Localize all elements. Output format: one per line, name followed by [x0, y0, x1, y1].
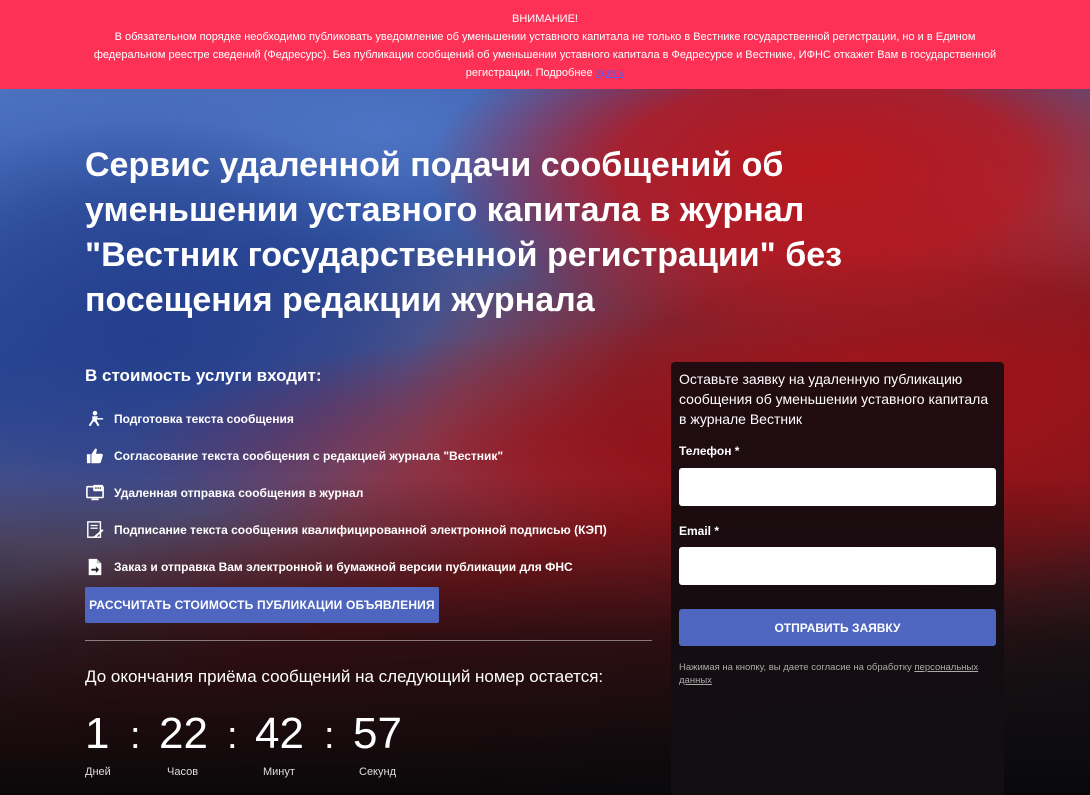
minutes-label: Минут: [263, 766, 295, 778]
feature-item: Удаленная отправка сообщения в журнал: [85, 474, 665, 511]
countdown-separator: :: [227, 715, 238, 757]
alert-title: ВНИМАНИЕ!: [512, 13, 578, 25]
included-title: В стоимость услуги входит:: [85, 366, 322, 385]
signature-icon: [85, 520, 105, 540]
feature-list: Подготовка текста сообщения Согласование…: [85, 400, 665, 585]
thumbs-up-icon: [85, 446, 105, 466]
countdown-caption: До окончания приёма сообщений на следующ…: [85, 667, 604, 686]
countdown-separator: :: [324, 715, 335, 757]
countdown-minutes: 42: [255, 709, 304, 758]
feature-label: Удаленная отправка сообщения в журнал: [114, 485, 364, 500]
phone-label: Телефон *: [679, 444, 740, 458]
feature-label: Заказ и отправка Вам электронной и бумаж…: [114, 559, 573, 574]
email-label: Email *: [679, 524, 720, 538]
countdown-separator: :: [130, 715, 141, 757]
phone-input[interactable]: [679, 468, 996, 506]
feature-label: Подписание текста сообщения квалифициров…: [114, 522, 607, 537]
alert-banner: ВНИМАНИЕ! В обязательном порядке необход…: [0, 0, 1090, 89]
typist-icon: [85, 409, 105, 429]
page-title: Сервис удаленной подачи сообщений об уме…: [85, 146, 843, 319]
feature-item: Согласование текста сообщения с редакцие…: [85, 437, 665, 474]
form-title: Оставьте заявку на удаленную публикацию …: [679, 371, 989, 427]
file-export-icon: [85, 557, 105, 577]
monitor-chat-icon: [85, 483, 105, 503]
feature-item: Заказ и отправка Вам электронной и бумаж…: [85, 548, 665, 585]
feature-label: Подготовка текста сообщения: [114, 411, 294, 426]
divider: [85, 640, 652, 641]
feature-item: Подписание текста сообщения квалифициров…: [85, 511, 665, 548]
submit-request-button[interactable]: ОТПРАВИТЬ ЗАЯВКУ: [679, 609, 996, 646]
alert-more-link[interactable]: здесь: [596, 67, 625, 79]
hours-label: Часов: [167, 766, 199, 778]
seconds-label: Секунд: [359, 766, 396, 778]
consent-text: Нажимая на кнопку, вы даете согласие на …: [679, 662, 915, 673]
countdown-seconds: 57: [353, 709, 402, 758]
consent-note: Нажимая на кнопку, вы даете согласие на …: [679, 661, 999, 687]
email-input[interactable]: [679, 547, 996, 585]
countdown-days: 1: [85, 709, 110, 758]
calculate-cost-button[interactable]: РАССЧИТАТЬ СТОИМОСТЬ ПУБЛИКАЦИИ ОБЪЯВЛЕН…: [85, 587, 439, 623]
request-form: Оставьте заявку на удаленную публикацию …: [671, 362, 1004, 795]
alert-text: В обязательном порядке необходимо публик…: [93, 31, 997, 79]
days-label: Дней: [85, 766, 111, 778]
feature-label: Согласование текста сообщения с редакцие…: [114, 448, 504, 463]
countdown-hours: 22: [159, 709, 208, 758]
feature-item: Подготовка текста сообщения: [85, 400, 665, 437]
